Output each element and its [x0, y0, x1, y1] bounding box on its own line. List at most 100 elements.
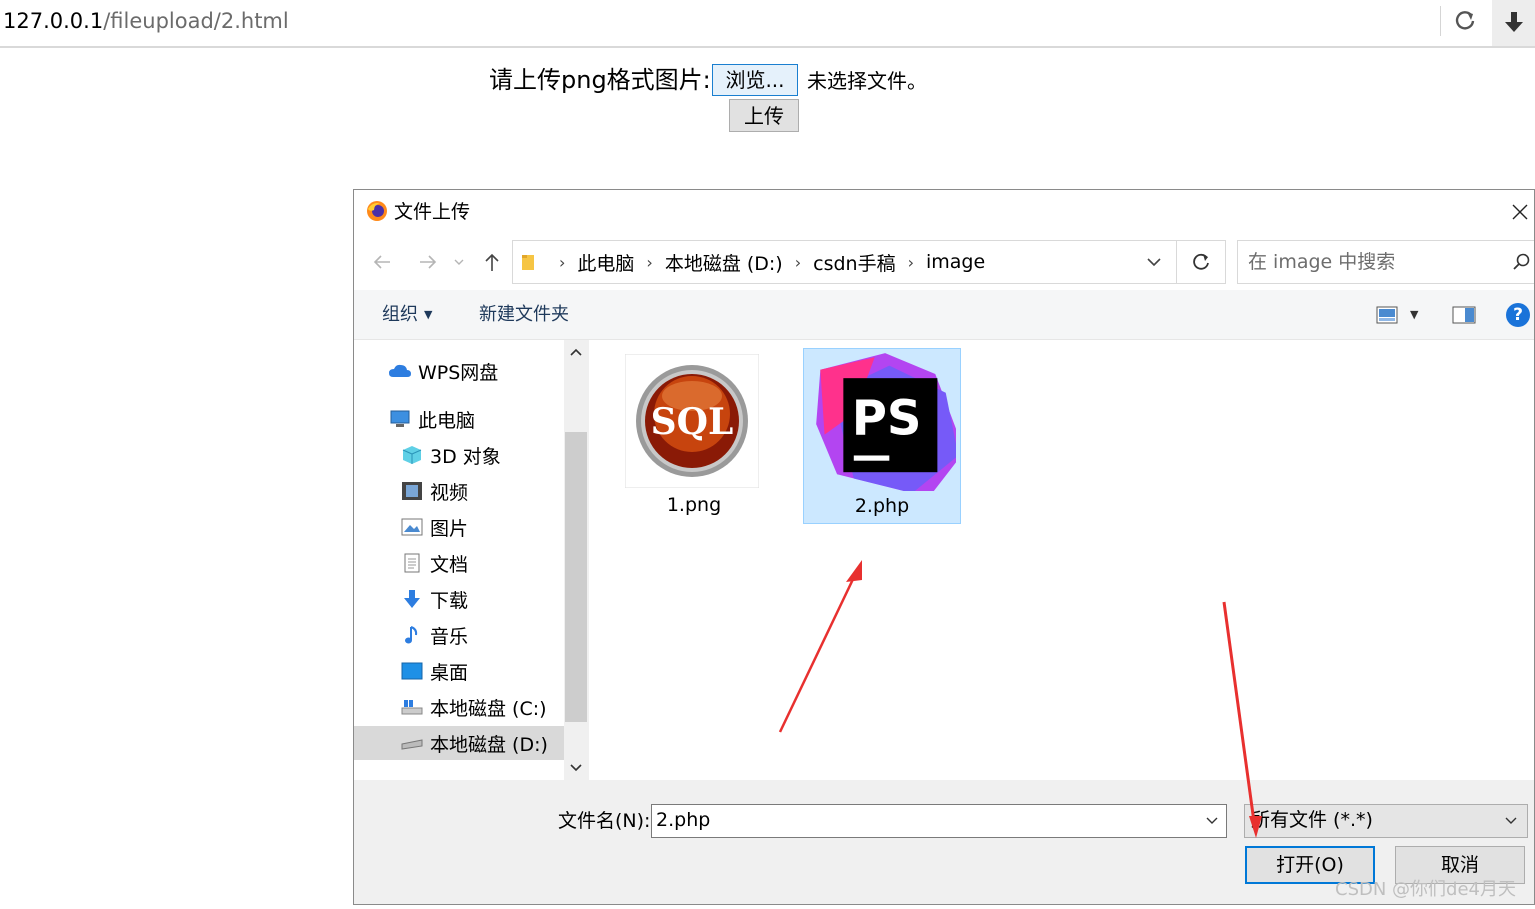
video-icon [400, 481, 424, 501]
scroll-thumb[interactable] [565, 432, 587, 722]
drive-c-icon [400, 697, 424, 717]
dialog-titlebar[interactable]: 文件上传 [354, 190, 1534, 234]
nav-item-wps-cloud[interactable]: WPS网盘 [388, 354, 498, 388]
computer-icon [388, 409, 412, 429]
watermark: CSDN @你们de4月天 [1335, 879, 1516, 900]
filename-value: 2.php [656, 809, 711, 831]
refresh-icon[interactable] [1176, 240, 1226, 284]
filetype-select[interactable]: 所有文件 (*.*) [1244, 804, 1528, 838]
breadcrumb-chevron-icon: › [907, 252, 914, 272]
phpstorm-thumbnail-icon: PS [816, 353, 956, 491]
nav-item-documents[interactable]: 文档 [400, 546, 468, 580]
sql-thumbnail-text: SQL [651, 401, 734, 443]
search-input[interactable]: 在 image 中搜索 [1237, 240, 1534, 284]
up-arrow-icon[interactable] [478, 248, 506, 276]
dialog-nav-row: › 此电脑 › 本地磁盘 (D:) › csdn手稿 › image 在 ima… [354, 234, 1534, 290]
dialog-title: 文件上传 [394, 201, 471, 223]
nav-item-music[interactable]: 音乐 [400, 618, 468, 652]
breadcrumb-item-csdn[interactable]: csdn手稿 [813, 249, 895, 276]
file-name: 2.php [854, 495, 910, 517]
nav-item-label: 视频 [430, 481, 469, 504]
scroll-down-icon[interactable] [564, 756, 588, 780]
firefox-icon [367, 201, 387, 221]
dialog-toolbar: 组织 ▼ 新建文件夹 ▼ ? [354, 290, 1534, 340]
forward-arrow-icon[interactable] [414, 248, 442, 276]
music-icon [400, 625, 424, 645]
ps-thumbnail-text: PS [852, 391, 922, 447]
nav-item-drive-c[interactable]: 本地磁盘 (C:) [400, 690, 547, 724]
breadcrumb: › 此电脑 › 本地磁盘 (D:) › csdn手稿 › image [521, 241, 985, 283]
nav-item-label: 文档 [430, 553, 469, 576]
breadcrumb-item-drive-d[interactable]: 本地磁盘 (D:) [665, 249, 783, 276]
reload-icon[interactable] [1452, 6, 1478, 34]
download-icon[interactable] [1492, 0, 1535, 46]
nav-item-label: 此电脑 [418, 409, 476, 432]
folder-icon [522, 255, 534, 270]
url-host: 127.0.0.1 [3, 9, 104, 33]
upload-submit-button[interactable]: 上传 [729, 99, 799, 132]
no-file-text: 未选择文件。 [807, 69, 927, 93]
search-placeholder: 在 image 中搜索 [1248, 251, 1396, 273]
nav-item-label: 音乐 [430, 625, 469, 648]
search-icon[interactable] [1512, 252, 1532, 272]
nav-item-videos[interactable]: 视频 [400, 474, 468, 508]
filename-input[interactable]: 2.php [651, 804, 1227, 838]
back-arrow-icon[interactable] [368, 248, 396, 276]
nav-item-label: 本地磁盘 (D:) [430, 733, 548, 756]
scroll-up-icon[interactable] [564, 340, 588, 364]
nav-item-this-pc[interactable]: 此电脑 [388, 402, 475, 436]
view-options-icon[interactable] [1376, 306, 1398, 324]
chevron-down-icon[interactable] [1503, 813, 1519, 829]
nav-item-desktop[interactable]: 桌面 [400, 654, 468, 688]
organize-label: 组织 [382, 304, 418, 325]
nav-item-pictures[interactable]: 图片 [400, 510, 468, 544]
url-separator [1440, 6, 1441, 36]
breadcrumb-chevron-icon: › [559, 252, 566, 272]
nav-item-label: 3D 对象 [430, 445, 501, 468]
browser-url-bar[interactable]: 127.0.0.1/fileupload/2.html [0, 0, 1535, 48]
help-icon[interactable]: ? [1506, 303, 1530, 327]
chevron-down-icon[interactable] [1145, 253, 1163, 271]
recent-locations-chevron-icon[interactable] [452, 248, 466, 276]
chevron-down-icon: ▼ [424, 308, 433, 321]
browse-button[interactable]: 浏览... [712, 64, 798, 96]
cloud-icon [388, 361, 412, 381]
nav-item-label: 图片 [430, 517, 469, 540]
nav-item-3d-objects[interactable]: 3D 对象 [400, 438, 501, 472]
desktop-icon [400, 661, 424, 681]
upload-label: 请上传png格式图片: [489, 66, 711, 94]
nav-item-label: 桌面 [430, 661, 469, 684]
file-list-pane: SQL 1.png PS 2.php [588, 340, 1534, 780]
drive-d-icon [400, 733, 424, 753]
organize-menu-button[interactable]: 组织 ▼ [382, 302, 432, 328]
breadcrumb-chevron-icon: › [646, 252, 653, 272]
nav-item-downloads[interactable]: 下载 [400, 582, 468, 616]
url-text[interactable]: 127.0.0.1/fileupload/2.html [3, 8, 289, 34]
breadcrumb-item-image[interactable]: image [926, 251, 985, 273]
chevron-down-icon[interactable] [1204, 813, 1220, 829]
file-item-2-php[interactable]: PS 2.php [803, 348, 961, 524]
nav-item-label: 下载 [430, 589, 469, 612]
file-upload-dialog: 文件上传 › 此电脑 › 本地磁盘 (D:) › csdn手稿 › image … [353, 189, 1535, 905]
documents-icon [400, 553, 424, 573]
file-name: 1.png [666, 494, 722, 516]
close-icon[interactable] [1506, 198, 1534, 226]
file-item-1-png[interactable]: SQL 1.png [603, 348, 761, 524]
address-bar[interactable]: › 此电脑 › 本地磁盘 (D:) › csdn手稿 › image [512, 240, 1226, 284]
breadcrumb-item-this-pc[interactable]: 此电脑 [577, 249, 634, 276]
nav-item-label: WPS网盘 [418, 361, 499, 384]
pictures-icon [400, 517, 424, 537]
3d-objects-icon [400, 445, 424, 465]
breadcrumb-chevron-icon: › [794, 252, 802, 272]
download-icon [400, 589, 424, 609]
nav-scrollbar[interactable] [564, 340, 588, 780]
preview-pane-icon[interactable] [1452, 306, 1476, 324]
nav-item-drive-d[interactable]: 本地磁盘 (D:) [354, 726, 564, 760]
filename-label: 文件名(N): [558, 810, 651, 832]
view-chevron-down-icon[interactable]: ▼ [1410, 308, 1418, 321]
navigation-pane: WPS网盘 此电脑 3D 对象 视频 图片 文档 下载 音乐 桌面 本地磁盘 (… [354, 340, 588, 780]
new-folder-button[interactable]: 新建文件夹 [479, 302, 569, 328]
nav-item-label: 本地磁盘 (C:) [430, 697, 547, 720]
sql-thumbnail-icon: SQL [625, 354, 759, 488]
filetype-value: 所有文件 (*.*) [1251, 809, 1373, 831]
